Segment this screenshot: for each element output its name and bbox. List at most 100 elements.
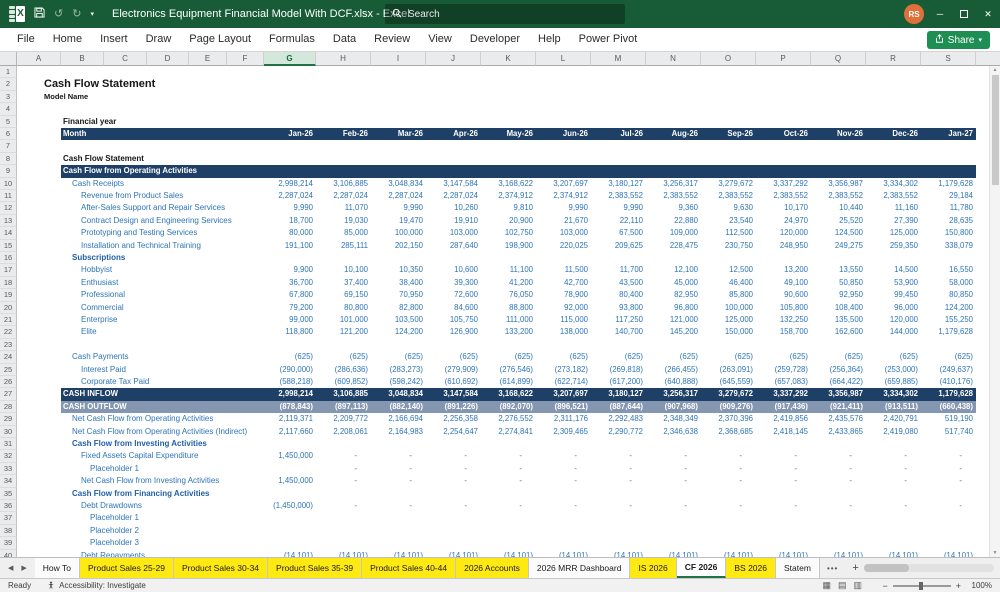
row-header-23[interactable]: 23 xyxy=(0,338,17,352)
cell-value[interactable]: 9,990 xyxy=(536,202,591,214)
cell-value[interactable]: (1,450,000) xyxy=(264,500,316,512)
cell-value[interactable]: 96,000 xyxy=(866,302,921,314)
cell-value[interactable]: 80,800 xyxy=(316,302,371,314)
cell-value[interactable]: 92,950 xyxy=(811,289,866,301)
cell-value[interactable]: - xyxy=(866,500,921,512)
cell-label-net-cash-flow-from-operating-activities[interactable]: Net Cash Flow from Operating Activities xyxy=(72,413,213,425)
cell-value[interactable]: (625) xyxy=(756,351,811,363)
cell-value[interactable]: (617,200) xyxy=(591,376,646,388)
cell-value[interactable]: 519,190 xyxy=(921,413,976,425)
row-header-39[interactable]: 39 xyxy=(0,537,17,550)
sheet-tab-how-to[interactable]: How To xyxy=(34,558,80,578)
cell-value[interactable]: 118,800 xyxy=(264,326,316,338)
cell-value[interactable]: - xyxy=(701,500,756,512)
cell-value[interactable]: 39,300 xyxy=(426,277,481,289)
cell-value[interactable]: 2,290,772 xyxy=(591,426,646,438)
cell-value[interactable]: 108,400 xyxy=(811,302,866,314)
cell-value[interactable]: - xyxy=(921,475,976,487)
sheet-tab-product-sales-35-39[interactable]: Product Sales 35-39 xyxy=(268,558,363,578)
cell-value[interactable]: (609,852) xyxy=(316,376,371,388)
row-header-11[interactable]: 11 xyxy=(0,190,17,203)
row-header-10[interactable]: 10 xyxy=(0,177,17,190)
cell-value[interactable]: 45,000 xyxy=(646,277,701,289)
cell-label-net-cash-flow-from-investing-activities[interactable]: Net Cash Flow from Investing Activities xyxy=(81,475,219,487)
cell-value[interactable]: 2,276,552 xyxy=(481,413,536,425)
ribbon-tab-file[interactable]: File xyxy=(8,28,44,51)
cell-value[interactable]: - xyxy=(866,475,921,487)
cell-value[interactable]: 2,346,638 xyxy=(646,426,701,438)
row-header-4[interactable]: 4 xyxy=(0,103,17,116)
cell-value[interactable]: 12,100 xyxy=(646,264,701,276)
cell-value[interactable]: 112,500 xyxy=(701,227,756,239)
vertical-scrollbar[interactable]: ▲ ▼ xyxy=(989,66,1000,557)
cell-value[interactable]: (410,176) xyxy=(921,376,976,388)
cell-value[interactable]: 2,383,552 xyxy=(756,190,811,202)
cell-value[interactable]: 10,600 xyxy=(426,264,481,276)
cell-value[interactable]: 93,800 xyxy=(591,302,646,314)
cell-value[interactable]: (907,968) xyxy=(646,401,701,413)
cell-value[interactable]: - xyxy=(646,500,701,512)
cell-value[interactable]: (882,140) xyxy=(371,401,426,413)
cell-value[interactable]: 82,800 xyxy=(371,302,426,314)
cell-value[interactable]: (664,422) xyxy=(811,376,866,388)
ribbon-tab-formulas[interactable]: Formulas xyxy=(260,28,324,51)
cell-value[interactable]: 120,000 xyxy=(866,314,921,326)
cell-value[interactable]: 2,418,145 xyxy=(756,426,811,438)
cell-value[interactable]: 99,450 xyxy=(866,289,921,301)
row-header-38[interactable]: 38 xyxy=(0,524,17,538)
cell-value[interactable]: (14,101) xyxy=(371,550,426,557)
cell-value[interactable]: 2,998,214 xyxy=(264,388,316,400)
cell-value[interactable]: 3,356,987 xyxy=(811,388,866,400)
cell-value[interactable]: 3,168,622 xyxy=(481,388,536,400)
cell-value[interactable]: 103,500 xyxy=(371,314,426,326)
cell-value[interactable]: - xyxy=(591,475,646,487)
cell-value[interactable]: 84,600 xyxy=(426,302,481,314)
cell-value[interactable]: (878,843) xyxy=(264,401,316,413)
cell-value[interactable]: - xyxy=(536,450,591,462)
cell-value[interactable]: 82,950 xyxy=(646,289,701,301)
cell-value[interactable]: 2,209,772 xyxy=(316,413,371,425)
cell-value[interactable]: 21,670 xyxy=(536,215,591,227)
cell-value[interactable]: - xyxy=(536,463,591,475)
cell-label-placeholder-1[interactable]: Placeholder 1 xyxy=(90,463,139,475)
cell-value[interactable]: 145,200 xyxy=(646,326,701,338)
redo-icon[interactable]: ↻ xyxy=(72,8,81,20)
cell-value[interactable]: - xyxy=(371,463,426,475)
column-header-E[interactable]: E xyxy=(189,52,227,66)
cell-value[interactable]: (625) xyxy=(264,351,316,363)
cell-value[interactable]: 103,000 xyxy=(536,227,591,239)
cell-value[interactable]: (659,885) xyxy=(866,376,921,388)
sheet-tab-is-2026[interactable]: IS 2026 xyxy=(630,558,677,578)
cell-value[interactable]: 50,850 xyxy=(811,277,866,289)
cell-value[interactable]: - xyxy=(591,450,646,462)
cell-value[interactable]: 158,700 xyxy=(756,326,811,338)
cell-value[interactable]: 103,000 xyxy=(426,227,481,239)
cell-value[interactable]: - xyxy=(426,450,481,462)
cell-value[interactable]: - xyxy=(426,500,481,512)
cell-value[interactable]: (892,070) xyxy=(481,401,536,413)
cell-value[interactable]: - xyxy=(866,463,921,475)
cell-value[interactable]: 78,900 xyxy=(536,289,591,301)
cell-value[interactable]: (625) xyxy=(646,351,701,363)
row-header-13[interactable]: 13 xyxy=(0,214,17,228)
cell-value[interactable]: 11,070 xyxy=(316,202,371,214)
cell-value[interactable]: - xyxy=(481,500,536,512)
cell-value[interactable]: 2,433,865 xyxy=(811,426,866,438)
cell-value[interactable]: 13,550 xyxy=(811,264,866,276)
sheet-tab-2026-mrr-dashboard[interactable]: 2026 MRR Dashboard xyxy=(528,558,631,578)
cell-value[interactable]: Apr-26 xyxy=(426,128,481,140)
row-header-28[interactable]: 28 xyxy=(0,400,17,414)
cell-value[interactable]: 38,400 xyxy=(371,277,426,289)
cell-value[interactable]: (645,559) xyxy=(701,376,756,388)
select-all-corner[interactable] xyxy=(0,52,17,66)
cell-value[interactable]: 24,970 xyxy=(756,215,811,227)
cell-value[interactable]: 2,208,061 xyxy=(316,426,371,438)
accessibility-button[interactable]: Accessibility: Investigate xyxy=(47,581,146,591)
row-header-26[interactable]: 26 xyxy=(0,376,17,389)
cell-value[interactable]: (14,101) xyxy=(811,550,866,557)
cell-value[interactable]: (14,101) xyxy=(756,550,811,557)
spreadsheet-grid[interactable]: 40 Debt Repayments (14,101) (14,101) (14,101… xyxy=(0,66,1000,557)
cell-value[interactable]: 133,200 xyxy=(481,326,536,338)
cell-value[interactable]: 3,279,672 xyxy=(701,388,756,400)
cell-value[interactable]: (625) xyxy=(866,351,921,363)
